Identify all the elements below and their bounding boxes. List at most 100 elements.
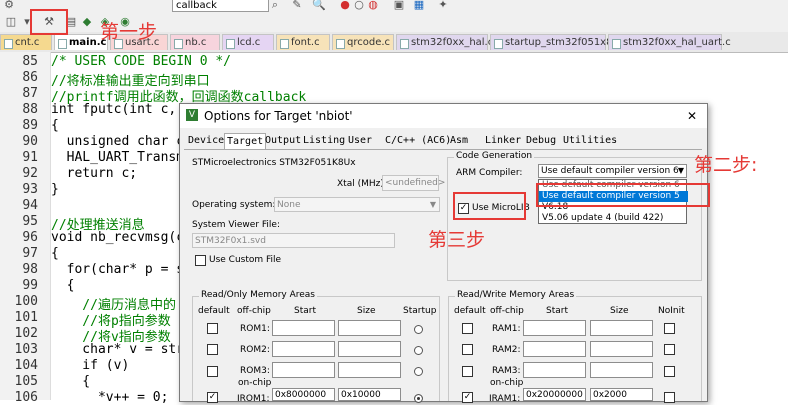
- code-line: *v++ = 0;: [51, 390, 169, 405]
- line-number: 89: [22, 118, 38, 133]
- target-icon[interactable]: ◫: [4, 15, 18, 29]
- ram1-size-field[interactable]: [590, 320, 653, 336]
- tool-icon[interactable]: ✎: [290, 0, 304, 12]
- compiler-label: ARM Compiler:: [456, 168, 523, 178]
- layout-icon[interactable]: ▦: [412, 0, 426, 12]
- iram1-noinit-checkbox[interactable]: [664, 392, 675, 403]
- tab-target[interactable]: Target: [224, 133, 267, 150]
- tab-lcd[interactable]: lcd.c: [222, 34, 274, 50]
- clear-icon[interactable]: ○: [352, 0, 366, 12]
- code-line: {: [51, 374, 91, 389]
- compiler-select[interactable]: Use default compiler version 6 ▼: [538, 164, 687, 178]
- custom-file-checkbox[interactable]: [195, 255, 206, 266]
- rom1-startup-radio[interactable]: [414, 325, 423, 334]
- tab-nb[interactable]: nb.c: [170, 34, 220, 50]
- tab-listing[interactable]: Listing: [301, 133, 347, 149]
- debug-icon[interactable]: 🔍: [312, 0, 326, 12]
- rom3-size-field[interactable]: [338, 362, 401, 378]
- custom-file-label: Use Custom File: [209, 255, 282, 265]
- step3-annotation: 第三步: [428, 229, 486, 251]
- pack-icon[interactable]: ◆: [80, 15, 94, 29]
- ram-group-title: Read/Write Memory Areas: [455, 290, 577, 300]
- line-number: 99: [22, 278, 38, 293]
- rom-header-startup: Startup: [403, 306, 437, 316]
- stop-icon[interactable]: ●: [338, 0, 352, 12]
- tab-output[interactable]: Output: [263, 133, 303, 149]
- tab-cc[interactable]: C/C++ (AC6): [383, 133, 453, 149]
- iram1-size-field[interactable]: 0x2000: [590, 388, 653, 401]
- ram2-default-checkbox[interactable]: [462, 344, 473, 355]
- tab-device[interactable]: Device: [186, 133, 226, 149]
- ram-onchip-label: on-chip: [490, 378, 524, 388]
- irom1-default-checkbox[interactable]: ✓: [207, 392, 218, 403]
- iram1-start-field[interactable]: 0x20000000: [523, 388, 586, 401]
- dialog-titlebar: V Options for Target 'nbiot' ✕: [180, 104, 707, 128]
- tab-linker[interactable]: Linker: [483, 133, 523, 149]
- rom-header-size: Size: [357, 306, 376, 316]
- irom1-startup-radio[interactable]: [414, 394, 423, 403]
- line-number: 86: [22, 70, 38, 85]
- ram1-default-checkbox[interactable]: [462, 323, 473, 334]
- rom2-default-checkbox[interactable]: [207, 344, 218, 355]
- tab-user[interactable]: User: [346, 133, 374, 149]
- tab-qrcode[interactable]: qrcode.c: [332, 34, 394, 50]
- line-number: 96: [22, 230, 38, 245]
- build-icon[interactable]: ⚙: [2, 0, 16, 12]
- rom1-size-field[interactable]: [338, 320, 401, 336]
- rom3-default-checkbox[interactable]: [207, 366, 218, 377]
- rom2-size-field[interactable]: [338, 341, 401, 357]
- xtal-field[interactable]: <undefined>: [382, 175, 445, 191]
- breakpoint-icon[interactable]: ◍: [366, 0, 380, 12]
- rom3-start-field[interactable]: [272, 362, 335, 378]
- line-number: 85: [22, 54, 38, 69]
- ram2-noinit-checkbox[interactable]: [664, 344, 675, 355]
- line-number: 95: [22, 214, 38, 229]
- ram2-start-field[interactable]: [523, 341, 586, 357]
- ram-header-start: Start: [546, 306, 568, 316]
- ram1-start-field[interactable]: [523, 320, 586, 336]
- tab-font[interactable]: font.c: [276, 34, 330, 50]
- line-number: 88: [22, 102, 38, 117]
- ram2-size-field[interactable]: [590, 341, 653, 357]
- tab-asm[interactable]: Asm: [448, 133, 470, 149]
- line-number: 91: [22, 150, 38, 165]
- window-icon[interactable]: ▣: [392, 0, 406, 12]
- tab-cnt[interactable]: cnt.c: [0, 34, 52, 50]
- find-icon[interactable]: ⌕: [268, 0, 282, 12]
- rom1-default-checkbox[interactable]: [207, 323, 218, 334]
- settings-icon[interactable]: ✦: [436, 0, 450, 12]
- rom3-startup-radio[interactable]: [414, 367, 423, 376]
- svd-field[interactable]: STM32F0x1.svd: [192, 233, 395, 248]
- compiler-option[interactable]: V5.06 update 4 (build 422): [539, 213, 688, 224]
- ram3-start-field[interactable]: [523, 362, 586, 378]
- tab-startup[interactable]: startup_stm32f051x8.s: [490, 34, 621, 50]
- irom1-start-field[interactable]: 0x8000000: [272, 388, 335, 401]
- line-number: 104: [14, 358, 38, 373]
- irom1-size-field[interactable]: 0x10000: [338, 388, 401, 401]
- keil-icon: V: [186, 109, 198, 121]
- tab-utilities[interactable]: Utilities: [561, 133, 619, 149]
- step1-highlight: [30, 9, 68, 35]
- code-line: return c;: [51, 166, 138, 181]
- tab-debug[interactable]: Debug: [524, 133, 558, 149]
- ram1-noinit-checkbox[interactable]: [664, 323, 675, 334]
- search-combo[interactable]: callback: [172, 0, 269, 12]
- iram1-default-checkbox[interactable]: ✓: [462, 392, 473, 403]
- device-name: STMicroelectronics STM32F051K8Ux: [192, 158, 356, 168]
- rom2-start-field[interactable]: [272, 341, 335, 357]
- tab-hal-uart[interactable]: stm32f0xx_hal_uart.c: [608, 34, 731, 50]
- os-label: Operating system:: [192, 200, 276, 210]
- ram3-size-field[interactable]: [590, 362, 653, 378]
- rom1-start-field[interactable]: [272, 320, 335, 336]
- tab-stm32f0xx-hal[interactable]: stm32f0xx_hal.c: [396, 34, 493, 50]
- ram3-default-checkbox[interactable]: [462, 366, 473, 377]
- rom-onchip-label: on-chip: [238, 378, 272, 388]
- os-select[interactable]: None ▼: [274, 197, 440, 212]
- rom-header-offchip: off-chip: [237, 306, 271, 316]
- line-number: 90: [22, 134, 38, 149]
- svd-label: System Viewer File:: [192, 220, 280, 230]
- rom2-startup-radio[interactable]: [414, 346, 423, 355]
- code-generation-title: Code Generation: [454, 151, 535, 161]
- close-icon[interactable]: ✕: [687, 104, 697, 128]
- ram3-noinit-checkbox[interactable]: [664, 366, 675, 377]
